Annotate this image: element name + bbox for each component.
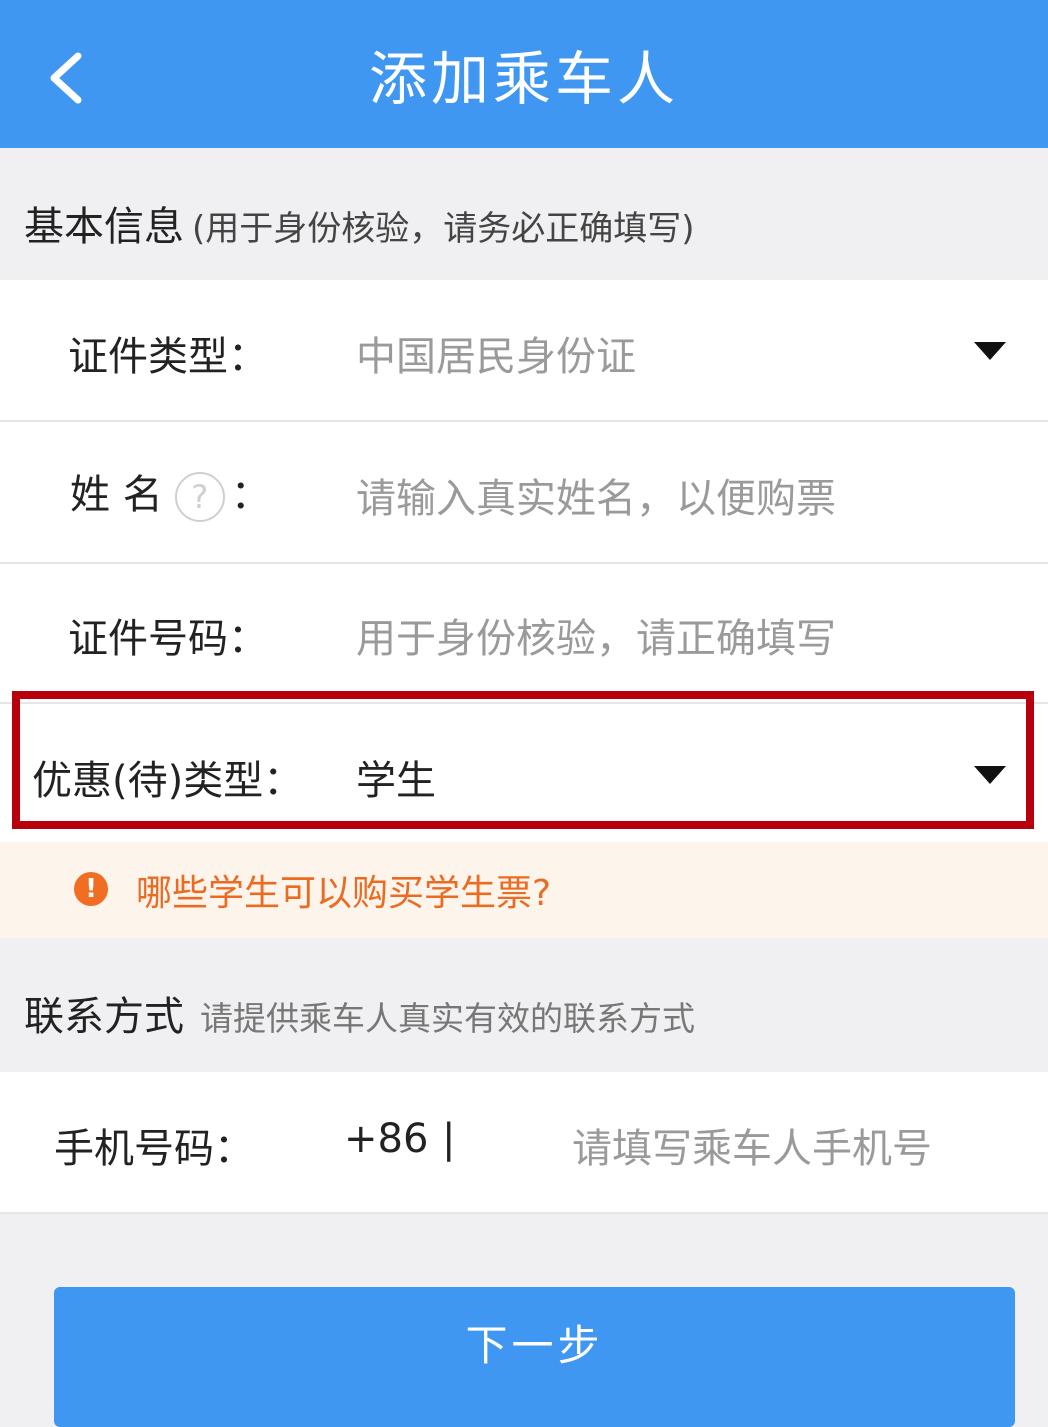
top-bar: 添加乘车人 xyxy=(0,0,1048,148)
next-button[interactable]: 下一步 xyxy=(54,1287,1015,1427)
caret-down-icon[interactable] xyxy=(974,342,1006,360)
student-ticket-link[interactable]: 哪些学生可以购买学生票? xyxy=(136,864,551,916)
id-type-row[interactable]: 证件类型： 中国居民身份证 xyxy=(0,280,1048,422)
id-number-row: 证件号码： 用于身份核验，请正确填写 xyxy=(0,564,1048,704)
name-label-colon: ： xyxy=(230,472,271,518)
id-number-label: 证件号码： xyxy=(68,616,268,662)
question-help-icon[interactable]: ? xyxy=(174,472,225,522)
phone-row: 手机号码： +86 | 请填写乘车人手机号 xyxy=(0,1072,1048,1214)
basic-info-heading: 基本信息 (用于身份核验，请务必正确填写) xyxy=(24,194,695,252)
contact-subtitle: 请提供乘车人真实有效的联系方式 xyxy=(200,999,695,1038)
id-type-select[interactable]: 中国居民身份证 xyxy=(356,324,636,382)
contact-heading: 联系方式 请提供乘车人真实有效的联系方式 xyxy=(24,984,695,1042)
name-row: 姓 名?： 请输入真实姓名，以便购票 xyxy=(0,422,1048,564)
phone-input[interactable]: 请填写乘车人手机号 xyxy=(572,1116,932,1174)
name-label: 姓 名?： xyxy=(70,462,271,522)
name-label-text: 姓 名 xyxy=(70,472,163,518)
contact-title: 联系方式 xyxy=(24,994,184,1040)
highlight-box xyxy=(12,691,1034,829)
country-code[interactable]: +86 xyxy=(344,1116,428,1162)
name-input[interactable]: 请输入真实姓名，以便购票 xyxy=(356,466,836,524)
phone-label: 手机号码： xyxy=(54,1126,254,1172)
page-title: 添加乘车人 xyxy=(368,45,679,113)
basic-info-subtitle: (用于身份核验，请务必正确填写) xyxy=(192,209,695,249)
id-number-input[interactable]: 用于身份核验，请正确填写 xyxy=(356,606,836,664)
basic-info-title: 基本信息 xyxy=(24,204,184,250)
id-type-label: 证件类型： xyxy=(68,334,268,380)
exclamation-circle-icon: ! xyxy=(74,872,108,906)
separator: | xyxy=(442,1116,456,1162)
